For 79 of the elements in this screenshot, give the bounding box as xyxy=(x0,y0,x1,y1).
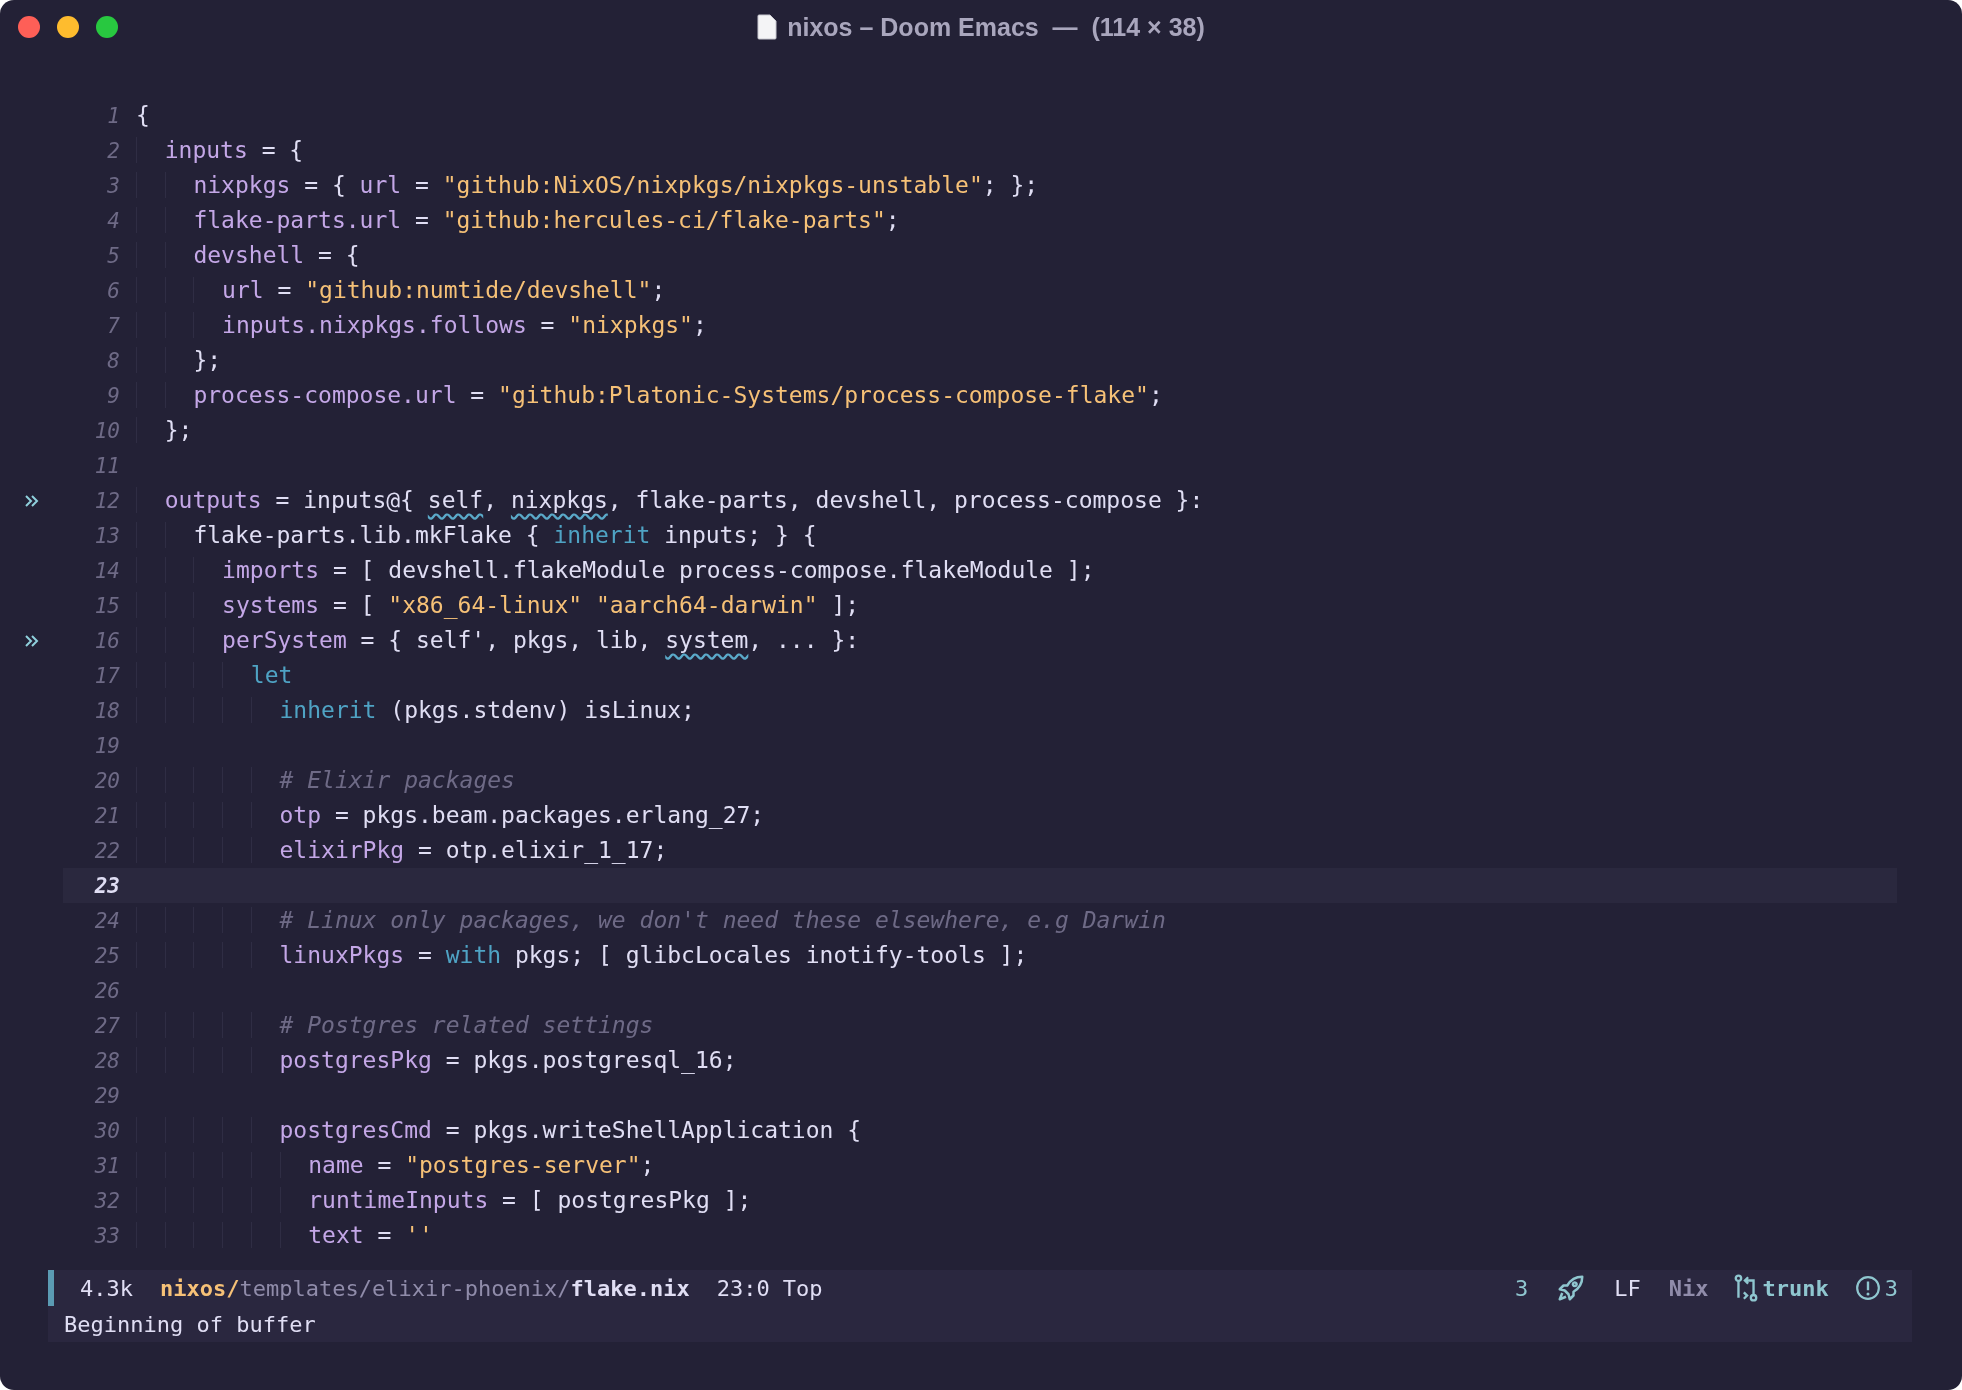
code-line: }; xyxy=(136,343,222,378)
line-number: 28 xyxy=(93,1048,121,1073)
line-number: 22 xyxy=(93,838,121,863)
line-number: 32 xyxy=(93,1188,121,1213)
warning-icon xyxy=(1854,1275,1881,1301)
branch-icon xyxy=(1732,1274,1759,1302)
line-number: 29 xyxy=(93,1083,121,1108)
status-text: 3 xyxy=(1515,1275,1529,1301)
line-number: 7 xyxy=(106,313,121,338)
line-number: 6 xyxy=(106,278,121,303)
file-path: nixos/templates/elixir-phoenix/flake.nix xyxy=(160,1275,690,1301)
line-number: 9 xyxy=(106,383,121,408)
line-number: 15 xyxy=(93,593,121,618)
line-number: 33 xyxy=(93,1223,121,1248)
line-number: 23 xyxy=(93,873,121,898)
code-line: elixirPkg = otp.elixir_1_17; xyxy=(136,833,668,868)
line-number: 16 xyxy=(93,628,121,653)
git-branch[interactable]: trunk xyxy=(1732,1274,1829,1302)
close-button[interactable] xyxy=(18,16,40,38)
issues-indicator[interactable]: 3 xyxy=(1854,1275,1898,1301)
code-line: flake-parts.url = "github:hercules-ci/flake-parts"; xyxy=(136,203,900,238)
line-number: 20 xyxy=(93,768,121,793)
line-number: 18 xyxy=(93,698,121,723)
line-number: 31 xyxy=(93,1153,121,1178)
line-number: 10 xyxy=(93,418,121,443)
line-number: 30 xyxy=(93,1118,121,1143)
mode-line-indicator xyxy=(48,1270,54,1306)
code-line: otp = pkgs.beam.packages.erlang_27; xyxy=(136,798,765,833)
line-number: 27 xyxy=(93,1013,121,1038)
line-number: 14 xyxy=(93,558,121,583)
major-mode[interactable]: Nix xyxy=(1668,1275,1709,1301)
line-number: 17 xyxy=(93,663,121,688)
code-line: text = '' xyxy=(136,1218,433,1253)
code-line: # Elixir packages xyxy=(136,763,515,798)
line-number: 13 xyxy=(93,523,121,548)
line-number: 24 xyxy=(93,908,121,933)
code-line: let xyxy=(136,658,293,693)
code-line: # Linux only packages, we don't need these elsewhere, e.g Darwin xyxy=(136,903,1166,938)
window-title: nixos – Doom Emacs — (114 × 38) xyxy=(787,12,1205,42)
line-number: 3 xyxy=(106,173,121,198)
code-line: linuxPkgs = with pkgs; [ glibcLocales inotify-tools ]; xyxy=(136,938,1028,973)
code-line: process-compose.url = "github:Platonic-Systems/process-compose-flake"; xyxy=(136,378,1163,413)
code-line: outputs = inputs@{ self, nixpkgs, flake-parts, devshell, process-compose }: xyxy=(136,483,1204,518)
line-number: 11 xyxy=(93,453,121,478)
scroll-position: Top xyxy=(782,1275,823,1301)
code-line: postgresPkg = pkgs.postgresql_16; xyxy=(136,1043,737,1078)
line-number: 4 xyxy=(106,208,121,233)
code-line: perSystem = { self', pkgs, lib, system, ... }: xyxy=(136,623,860,658)
line-number: 5 xyxy=(106,243,121,268)
line-number: 8 xyxy=(106,348,121,373)
line-number: 1 xyxy=(106,103,121,128)
code-line: inherit (pkgs.stdenv) isLinux; xyxy=(136,693,695,728)
line-number: 19 xyxy=(93,733,121,758)
code-line: postgresCmd = pkgs.writeShellApplication { xyxy=(136,1113,862,1148)
code-line: # Postgres related settings xyxy=(136,1008,654,1043)
buffer-size: 4.3k xyxy=(80,1275,133,1301)
code-line: inputs = { xyxy=(136,133,304,168)
code-line: runtimeInputs = [ postgresPkg ]; xyxy=(136,1183,752,1218)
code-line: name = "postgres-server"; xyxy=(136,1148,655,1183)
status-text: LF xyxy=(1614,1275,1641,1301)
line-number: 12 xyxy=(93,488,121,513)
document-icon xyxy=(757,14,778,40)
code-line: systems = [ "x86_64-linux" "aarch64-darwin" ]; xyxy=(136,588,860,623)
code-line: flake-parts.lib.mkFlake { inherit inputs; } { xyxy=(136,518,817,553)
code-line: inputs.nixpkgs.follows = "nixpkgs"; xyxy=(136,308,707,343)
code-line: imports = [ devshell.flakeModule process-compose.flakeModule ]; xyxy=(136,553,1095,588)
code-line: url = "github:numtide/devshell"; xyxy=(136,273,666,308)
code-line: { xyxy=(136,101,150,130)
line-number: 2 xyxy=(106,138,121,163)
zoom-button[interactable] xyxy=(96,16,118,38)
echo-message: Beginning of buffer xyxy=(64,1311,316,1337)
code-line: devshell = { xyxy=(136,238,360,273)
line-number: 26 xyxy=(93,978,121,1003)
code-line: nixpkgs = { url = "github:NixOS/nixpkgs/nixpkgs-unstable"; }; xyxy=(136,168,1039,203)
cursor-position: 23:0 xyxy=(716,1275,770,1301)
code-line: }; xyxy=(136,413,193,448)
line-number: 25 xyxy=(93,943,121,968)
line-number: 21 xyxy=(93,803,121,828)
minimize-button[interactable] xyxy=(57,16,79,38)
